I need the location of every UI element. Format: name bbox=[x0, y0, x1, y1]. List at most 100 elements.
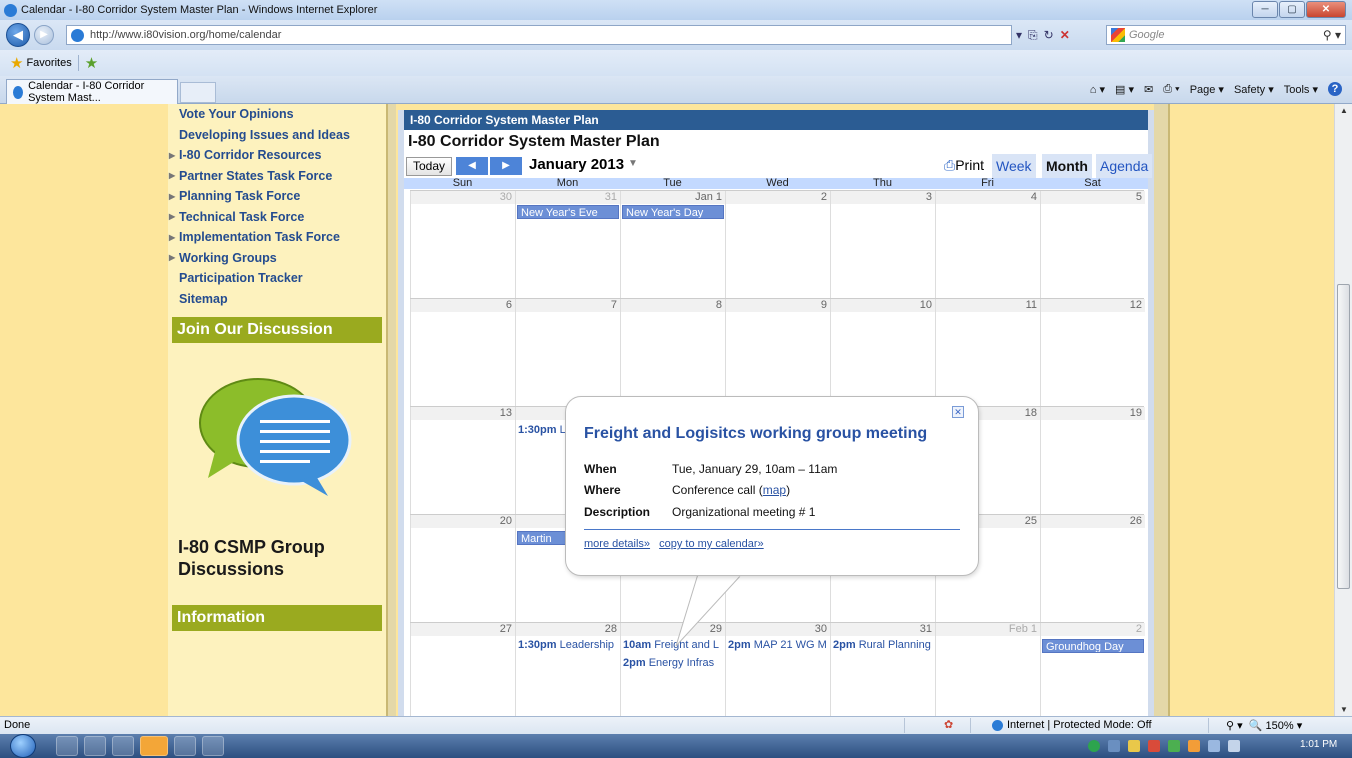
tray-icon[interactable] bbox=[1188, 740, 1200, 752]
day-cell[interactable]: 10 bbox=[830, 299, 935, 407]
safety-menu[interactable]: Safety ▾ bbox=[1234, 83, 1274, 96]
taskbar-app-icon[interactable] bbox=[174, 736, 196, 756]
chevron-down-icon[interactable]: ▼ bbox=[628, 158, 638, 169]
favorites-star-icon[interactable]: ★ bbox=[10, 54, 23, 72]
maximize-button[interactable]: ▢ bbox=[1279, 1, 1305, 18]
sidebar-item-technical[interactable]: ▶ Technical Task Force bbox=[168, 207, 386, 228]
taskbar-explorer-icon[interactable] bbox=[84, 736, 106, 756]
scrollbar-thumb[interactable] bbox=[1337, 284, 1350, 589]
month-label[interactable]: January 2013 bbox=[529, 156, 624, 173]
add-favorite-icon[interactable]: ★ bbox=[85, 54, 98, 72]
sidebar-item-participation[interactable]: Participation Tracker bbox=[168, 268, 386, 289]
close-icon[interactable]: ✕ bbox=[952, 406, 964, 418]
tab-agenda[interactable]: Agenda bbox=[1096, 154, 1153, 178]
tray-icon[interactable] bbox=[1108, 740, 1120, 752]
day-cell[interactable]: 11 bbox=[935, 299, 1040, 407]
copy-to-calendar-link[interactable]: copy to my calendar» bbox=[659, 538, 764, 550]
address-field[interactable]: http://www.i80vision.org/home/calendar bbox=[66, 25, 1012, 45]
vertical-scrollbar[interactable]: ▲ ▼ bbox=[1334, 104, 1352, 716]
tray-icon[interactable] bbox=[1168, 740, 1180, 752]
day-cell[interactable]: 9 bbox=[725, 299, 830, 407]
taskbar-app-icon[interactable] bbox=[202, 736, 224, 756]
next-month-button[interactable]: ▶ bbox=[490, 157, 522, 175]
scroll-down-arrow-icon[interactable]: ▼ bbox=[1340, 705, 1348, 714]
help-icon[interactable]: ? bbox=[1328, 82, 1342, 96]
tab-week[interactable]: Week bbox=[992, 154, 1036, 178]
sidebar-item-partner-states[interactable]: ▶ Partner States Task Force bbox=[168, 166, 386, 187]
day-cell[interactable]: 2 bbox=[725, 191, 830, 299]
home-icon[interactable]: ⌂ ▾ bbox=[1090, 83, 1105, 96]
zoom-control[interactable]: ⚲ ▾ 🔍 150% ▾ bbox=[1226, 719, 1302, 732]
start-button[interactable] bbox=[10, 734, 36, 758]
day-cell[interactable]: 12 bbox=[1040, 299, 1145, 407]
day-cell[interactable]: 27 bbox=[410, 623, 515, 716]
event-leadership[interactable]: 1:30pm Leadership bbox=[518, 639, 619, 652]
day-cell[interactable]: 3 bbox=[830, 191, 935, 299]
search-input[interactable]: Google ⚲ ▾ bbox=[1106, 25, 1346, 45]
taskbar-media-icon[interactable] bbox=[112, 736, 134, 756]
back-button[interactable]: ◀ bbox=[6, 23, 30, 47]
tray-icon[interactable] bbox=[1128, 740, 1140, 752]
sidebar-item-sitemap[interactable]: Sitemap bbox=[168, 289, 386, 310]
sidebar-item-issues[interactable]: Developing Issues and Ideas bbox=[168, 125, 386, 146]
event-groundhog-day[interactable]: Groundhog Day bbox=[1042, 639, 1144, 653]
day-cell[interactable]: 26 bbox=[1040, 515, 1145, 623]
today-button[interactable]: Today bbox=[406, 157, 452, 176]
volume-icon[interactable] bbox=[1208, 740, 1220, 752]
day-cell[interactable]: 2 Groundhog Day bbox=[1040, 623, 1145, 716]
sidebar-item-vote[interactable]: Vote Your Opinions bbox=[168, 104, 386, 125]
sidebar-item-implementation[interactable]: ▶ Implementation Task Force bbox=[168, 227, 386, 248]
event-new-years-day[interactable]: New Year's Day bbox=[622, 205, 724, 219]
day-cell[interactable]: 30 bbox=[410, 191, 515, 299]
favorites-button[interactable]: Favorites bbox=[26, 57, 71, 69]
map-link[interactable]: map bbox=[763, 483, 786, 497]
stop-icon[interactable]: ✕ bbox=[1060, 28, 1070, 42]
sidebar-item-resources[interactable]: ▶ I-80 Corridor Resources bbox=[168, 145, 386, 166]
day-cell[interactable]: Jan 1 New Year's Day bbox=[620, 191, 725, 299]
taskbar-clock[interactable]: 1:01 PM bbox=[1300, 739, 1337, 750]
day-cell[interactable]: 19 bbox=[1040, 407, 1145, 515]
event-energy[interactable]: 2pm Energy Infras bbox=[623, 657, 724, 670]
forward-button[interactable]: ▶ bbox=[34, 25, 54, 45]
dropdown-arrow-icon[interactable]: ▾ bbox=[1016, 28, 1022, 42]
day-cell[interactable]: 5 bbox=[1040, 191, 1145, 299]
taskbar-ie-icon[interactable] bbox=[56, 736, 78, 756]
day-cell[interactable]: 7 bbox=[515, 299, 620, 407]
close-window-button[interactable]: ✕ bbox=[1306, 1, 1346, 18]
refresh-icon[interactable]: ↻ bbox=[1044, 28, 1054, 42]
network-icon[interactable] bbox=[1228, 740, 1240, 752]
feeds-icon[interactable]: ▤ ▾ bbox=[1115, 83, 1134, 96]
day-cell[interactable]: 6 bbox=[410, 299, 515, 407]
minimize-button[interactable]: ─ bbox=[1252, 1, 1278, 18]
day-cell[interactable]: 20 bbox=[410, 515, 515, 623]
event-new-years-eve[interactable]: New Year's Eve bbox=[517, 205, 619, 219]
compatibility-icon[interactable]: ⎘ bbox=[1028, 28, 1038, 43]
tools-menu[interactable]: Tools ▾ bbox=[1284, 83, 1318, 96]
prev-month-button[interactable]: ◀ bbox=[456, 157, 488, 175]
tab-month[interactable]: Month bbox=[1042, 154, 1092, 178]
day-cell[interactable]: 31 2pm Rural Planning bbox=[830, 623, 935, 716]
day-cell[interactable]: Feb 1 bbox=[935, 623, 1040, 716]
day-cell[interactable]: 4 bbox=[935, 191, 1040, 299]
scroll-up-arrow-icon[interactable]: ▲ bbox=[1340, 106, 1348, 115]
group-discussions-title[interactable]: I-80 CSMP Group Discussions bbox=[178, 536, 325, 580]
security-zone[interactable]: Internet | Protected Mode: Off bbox=[992, 719, 1152, 731]
day-cell[interactable]: 13 bbox=[410, 407, 515, 515]
day-cell[interactable]: 28 1:30pm Leadership bbox=[515, 623, 620, 716]
more-details-link[interactable]: more details» bbox=[584, 538, 650, 550]
new-tab-button[interactable] bbox=[180, 82, 216, 103]
tab-calendar[interactable]: Calendar - I-80 Corridor System Mast... bbox=[6, 79, 178, 104]
popup-blocker-icon[interactable]: ✿ bbox=[944, 718, 953, 731]
tray-icon[interactable] bbox=[1148, 740, 1160, 752]
tray-icon[interactable] bbox=[1088, 740, 1100, 752]
sidebar-item-planning[interactable]: ▶ Planning Task Force bbox=[168, 186, 386, 207]
taskbar-active-window[interactable] bbox=[140, 736, 168, 756]
day-cell[interactable]: 8 bbox=[620, 299, 725, 407]
print-icon[interactable]: ⎙ ▾ bbox=[1163, 83, 1179, 96]
read-mail-icon[interactable]: ✉ bbox=[1144, 83, 1153, 96]
print-button[interactable]: ⎙Print bbox=[944, 157, 984, 174]
event-rural-planning[interactable]: 2pm Rural Planning bbox=[833, 639, 934, 652]
page-menu[interactable]: Page ▾ bbox=[1190, 83, 1224, 96]
search-icon[interactable]: ⚲ ▾ bbox=[1323, 28, 1341, 42]
day-cell[interactable]: 31 New Year's Eve bbox=[515, 191, 620, 299]
